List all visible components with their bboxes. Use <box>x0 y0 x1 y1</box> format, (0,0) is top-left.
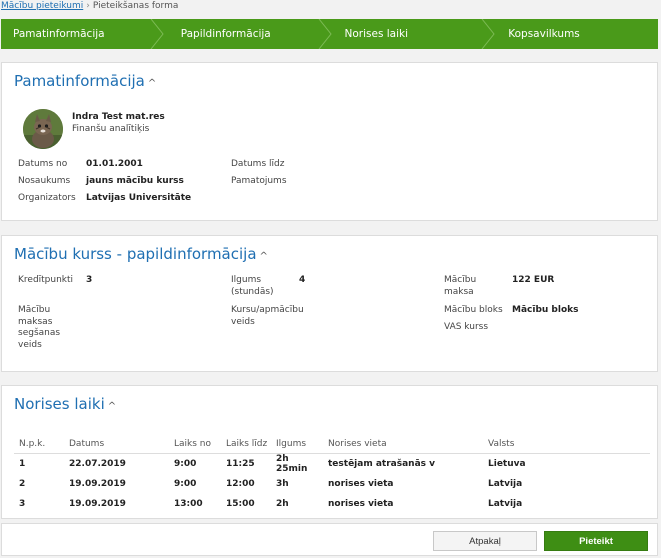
cell-location: norises vieta <box>328 478 394 489</box>
course-info-title[interactable]: Mācību kurss - papildinformācija ^ <box>14 245 268 263</box>
back-button[interactable]: Atpakaļ <box>433 531 537 551</box>
cell-time-to: 11:25 <box>226 458 255 469</box>
submit-button[interactable]: Pieteikt <box>544 531 648 551</box>
schedule-header-row: N.p.k. Datums Laiks no Laiks līdz Ilgums… <box>14 435 650 454</box>
step-arrow-icon <box>318 19 332 49</box>
price-value: 122 EUR <box>512 275 555 285</box>
course-info-card: Mācību kurss - papildinformācija ^ Kredīt… <box>1 235 658 372</box>
block-value: Mācību bloks <box>512 305 579 315</box>
cell-date: 19.09.2019 <box>69 498 126 509</box>
basic-info-card: Pamatinformācija ^ Indra Test mat.res Fin… <box>1 62 658 221</box>
person-name: Indra Test mat.res <box>72 112 165 122</box>
cell-location: norises vieta <box>328 498 394 509</box>
block-label: Mācību bloks <box>444 305 503 315</box>
step-basic-info[interactable]: Pamatinformācija <box>1 19 164 49</box>
step-additional-info[interactable]: Papildinformācija <box>163 19 332 49</box>
cell-duration: 2h <box>276 498 289 509</box>
organizer-label: Organizators <box>18 193 76 203</box>
person-role: Finanšu analītiķis <box>72 124 150 134</box>
schedule-title[interactable]: Norises laiki ^ <box>14 395 116 413</box>
schedule-card: Norises laiki ^ N.p.k. Datums Laiks no La… <box>1 385 658 519</box>
column-header-duration: Ilgums <box>271 435 323 454</box>
column-header-country: Valsts <box>483 435 650 454</box>
cell-country: Latvija <box>488 498 523 509</box>
column-header-nr: N.p.k. <box>14 435 64 454</box>
cell-time-from: 9:00 <box>174 458 197 469</box>
step-label: Norises laiki <box>344 28 409 40</box>
schedule-table: N.p.k. Datums Laiks no Laiks līdz Ilgums… <box>14 435 650 514</box>
name-value: jauns mācību kurss <box>86 176 184 186</box>
cell-location: testējam atrašanās v <box>328 458 435 469</box>
price-label: Mācību maksa <box>444 275 477 297</box>
cell-time-from: 9:00 <box>174 478 197 489</box>
breadcrumb-link-applications[interactable]: Mācību pieteikumi <box>1 1 83 11</box>
step-schedule[interactable]: Norises laiki <box>331 19 495 49</box>
column-header-date: Datums <box>64 435 169 454</box>
step-label: Papildinformācija <box>180 28 271 40</box>
step-summary[interactable]: Kopsavilkums <box>494 19 658 49</box>
cell-date: 22.07.2019 <box>69 458 126 469</box>
duration-label: Ilgums (stundās) <box>231 275 274 297</box>
breadcrumb-current: Pieteikšanas forma <box>92 1 179 11</box>
date-from-value: 01.01.2001 <box>86 159 143 169</box>
reason-label: Pamatojums <box>231 176 287 186</box>
cell-country: Lietuva <box>488 458 526 469</box>
organizer-value: Latvijas Universitāte <box>86 193 192 203</box>
duration-value: 4 <box>299 275 306 285</box>
cell-nr: 3 <box>19 498 26 509</box>
course-type-label: Kursu/apmācību veids <box>231 305 304 327</box>
wizard-steps: Pamatinformācija Papildinformācija Noris… <box>1 19 658 49</box>
credits-label: Kredītpunkti <box>18 275 74 285</box>
date-to-label: Datums līdz <box>231 159 285 169</box>
column-header-time-from: Laiks no <box>169 435 221 454</box>
step-arrow-icon <box>481 19 495 49</box>
basic-info-title[interactable]: Pamatinformācija ^ <box>14 72 156 90</box>
date-from-label: Datums no <box>18 159 68 169</box>
cell-time-to: 15:00 <box>226 498 255 509</box>
vas-course-label: VAS kurss <box>444 322 489 332</box>
chevron-up-icon[interactable]: ^ <box>260 251 268 262</box>
payment-type-label: Mācību maksas segšanas veids <box>18 305 61 350</box>
table-row: 2 19.09.2019 9:00 12:00 3h norises vieta… <box>14 474 650 494</box>
cell-duration: 2h 25min <box>276 453 308 474</box>
cell-duration: 3h <box>276 478 289 489</box>
column-header-time-to: Laiks līdz <box>221 435 271 454</box>
step-label: Kopsavilkums <box>508 28 580 40</box>
step-label: Pamatinformācija <box>13 28 105 40</box>
table-row: 3 19.09.2019 13:00 15:00 2h norises viet… <box>14 494 650 514</box>
name-label: Nosaukums <box>18 176 71 186</box>
table-row: 1 22.07.2019 9:00 11:25 2h 25min testēja… <box>14 453 650 474</box>
cell-time-from: 13:00 <box>174 498 203 509</box>
step-arrow-icon <box>150 19 164 49</box>
chevron-up-icon[interactable]: ^ <box>148 78 156 89</box>
form-footer: Atpakaļ Pieteikt <box>1 523 658 556</box>
column-header-location: Norises vieta <box>323 435 483 454</box>
avatar <box>23 109 63 149</box>
cell-date: 19.09.2019 <box>69 478 126 489</box>
credits-value: 3 <box>86 275 93 285</box>
chevron-up-icon[interactable]: ^ <box>108 401 116 412</box>
cell-nr: 1 <box>19 458 26 469</box>
cell-time-to: 12:00 <box>226 478 255 489</box>
cell-nr: 2 <box>19 478 26 489</box>
breadcrumb-separator: › <box>86 1 90 11</box>
breadcrumb: Mācību pieteikumi › Pieteikšanas forma <box>0 0 178 16</box>
cell-country: Latvija <box>488 478 523 489</box>
